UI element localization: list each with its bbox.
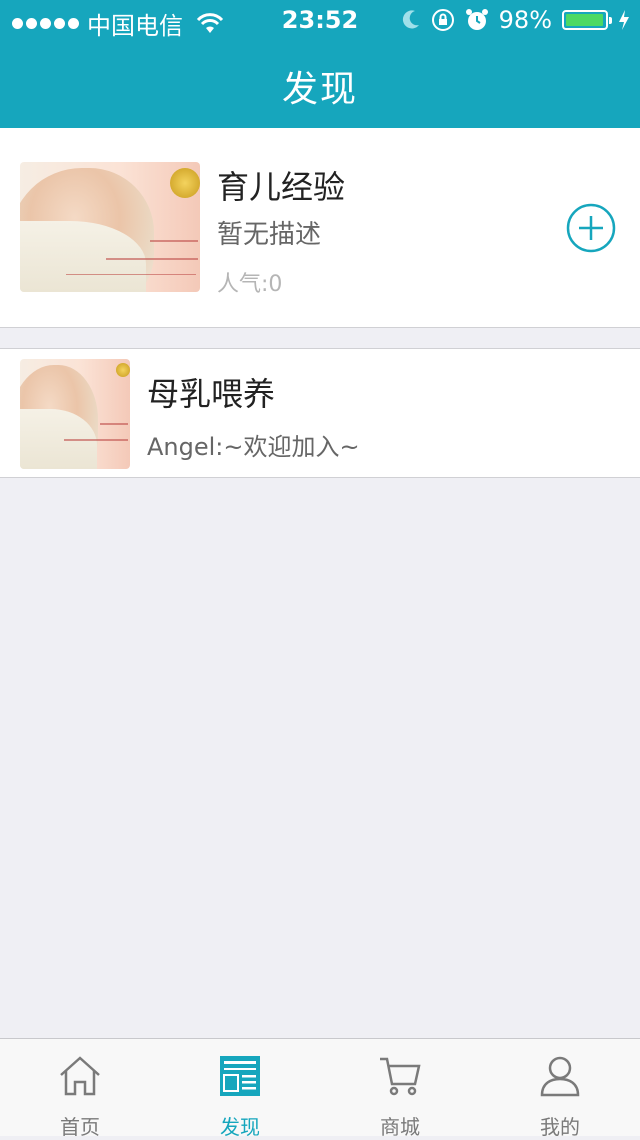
group-card-parenting[interactable]: 育儿经验 暂无描述 人气:0	[0, 128, 640, 328]
moon-icon	[402, 10, 419, 29]
group-thumbnail	[20, 162, 200, 292]
tab-discover[interactable]: 发现	[160, 1039, 320, 1139]
tab-bar: 首页 发现 商城 我的	[0, 1038, 640, 1139]
home-icon	[60, 1056, 100, 1096]
tab-mall[interactable]: 商城	[320, 1039, 480, 1139]
group-card-breastfeeding[interactable]: 母乳喂养 Angel:~欢迎加入~	[0, 348, 640, 478]
header-bar: 中国电信 23:52 98% 发现	[0, 0, 640, 128]
rotation-lock-icon	[431, 9, 454, 31]
discover-icon	[220, 1056, 260, 1096]
add-group-button[interactable]	[566, 203, 616, 253]
cart-icon	[380, 1057, 421, 1096]
user-icon	[540, 1056, 580, 1097]
group-popularity: 人气:0	[217, 272, 283, 297]
tab-mine[interactable]: 我的	[480, 1039, 640, 1139]
group-last-message: Angel:~欢迎加入~	[147, 433, 360, 461]
battery-fill	[566, 14, 604, 26]
battery-icon	[562, 10, 612, 30]
group-title: 育儿经验	[217, 168, 346, 206]
group-description: 暂无描述	[217, 220, 322, 250]
battery-percent: 98%	[498, 6, 552, 34]
charging-icon	[619, 10, 629, 30]
page-title: 发现	[281, 69, 358, 110]
status-right: 98%	[401, 6, 630, 34]
group-thumbnail	[20, 359, 130, 469]
tab-home[interactable]: 首页	[0, 1039, 160, 1139]
alarm-icon	[465, 9, 488, 30]
group-title: 母乳喂养	[147, 375, 276, 413]
status-bar: 中国电信 23:52 98%	[0, 0, 640, 40]
